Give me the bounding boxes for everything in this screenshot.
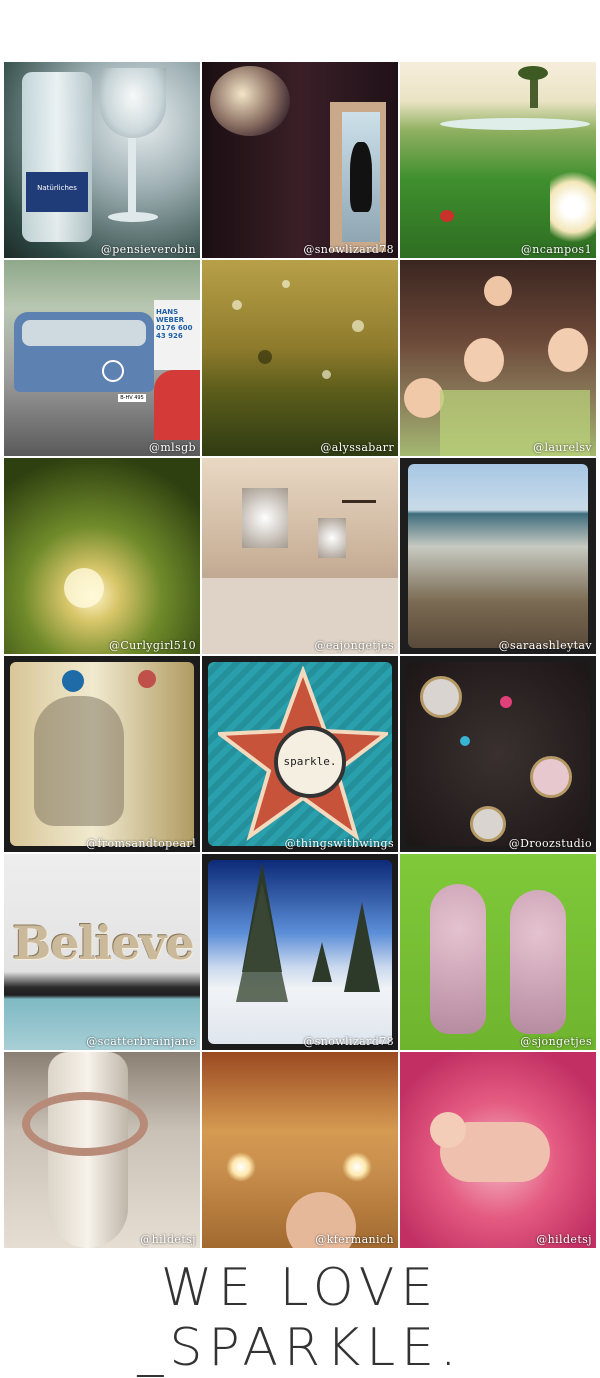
photo-tile[interactable]: @alyssabarr xyxy=(202,260,398,456)
photo-tile[interactable]: @fromsandtopearl xyxy=(4,656,200,852)
photo-tile[interactable]: Believe @scatterbrainjane xyxy=(4,854,200,1050)
photo-credit[interactable]: @thingswithwings xyxy=(285,837,394,850)
page-caption: WE LOVE _SPARKLE. xyxy=(137,1258,463,1378)
photo-tile[interactable]: Natürliches @pensieverobin xyxy=(4,62,200,258)
snowy-trees xyxy=(236,862,380,1002)
photo-credit[interactable]: @Curlygirl510 xyxy=(109,639,196,652)
photo-credit[interactable]: @ncampos1 xyxy=(521,243,592,256)
bottle-label: Natürliches xyxy=(26,172,88,212)
photo-credit[interactable]: @saraashleytav xyxy=(499,639,592,652)
photo-credit[interactable]: @mlsgb xyxy=(149,441,196,454)
sparkle-badge-text: sparkle. xyxy=(274,726,346,798)
photo-tile[interactable]: @sjongetjes xyxy=(400,854,596,1050)
van-phone: 0176 600 43 926 xyxy=(156,324,193,340)
photo-credit[interactable]: @fromsandtopearl xyxy=(86,837,196,850)
photo-credit[interactable]: @scatterbrainjane xyxy=(86,1035,196,1048)
photo-tile[interactable]: @saraashleytav xyxy=(400,458,596,654)
photo-credit[interactable]: @snowlizard78 xyxy=(303,1035,394,1048)
photo-tile[interactable]: @hildetsj xyxy=(4,1052,200,1248)
photo-credit[interactable]: @laurelsv xyxy=(533,441,592,454)
photo-credit[interactable]: @alyssabarr xyxy=(320,441,394,454)
photo-credit[interactable]: @pensieverobin xyxy=(101,243,196,256)
photo-credit[interactable]: @eajongetjes xyxy=(314,639,394,652)
photo-tile[interactable]: @snowlizard78 xyxy=(202,854,398,1050)
license-plate: B-HV 495 xyxy=(118,394,146,402)
van-sign: HANS WEBER xyxy=(156,308,185,324)
photo-tile[interactable]: @ncampos1 xyxy=(400,62,596,258)
photo-tile[interactable]: @kfermanich xyxy=(202,1052,398,1248)
photo-tile[interactable]: @Curlygirl510 xyxy=(4,458,200,654)
photo-raindrops-window xyxy=(202,260,398,456)
photo-tree-sunlight xyxy=(4,458,200,654)
photo-tile[interactable]: @snowlizard78 xyxy=(202,62,398,258)
photo-tile[interactable]: HANS WEBER 0176 600 43 926 B-HV 495 @mls… xyxy=(4,260,200,456)
photo-credit[interactable]: @kfermanich xyxy=(315,1233,394,1246)
photo-tile[interactable]: @laurelsv xyxy=(400,260,596,456)
photo-tile[interactable]: sparkle. @thingswithwings xyxy=(202,656,398,852)
photo-credit[interactable]: @Droozstudio xyxy=(509,837,592,850)
photo-credit[interactable]: @sjongetjes xyxy=(520,1035,592,1048)
believe-sign-text: Believe xyxy=(12,916,194,970)
photo-tile[interactable]: @hildetsj xyxy=(400,1052,596,1248)
photo-tile[interactable]: @eajongetjes xyxy=(202,458,398,654)
photo-credit[interactable]: @snowlizard78 xyxy=(303,243,394,256)
photo-credit[interactable]: @hildetsj xyxy=(536,1233,592,1246)
photo-credit[interactable]: @hildetsj xyxy=(140,1233,196,1246)
photo-tile[interactable]: @Droozstudio xyxy=(400,656,596,852)
